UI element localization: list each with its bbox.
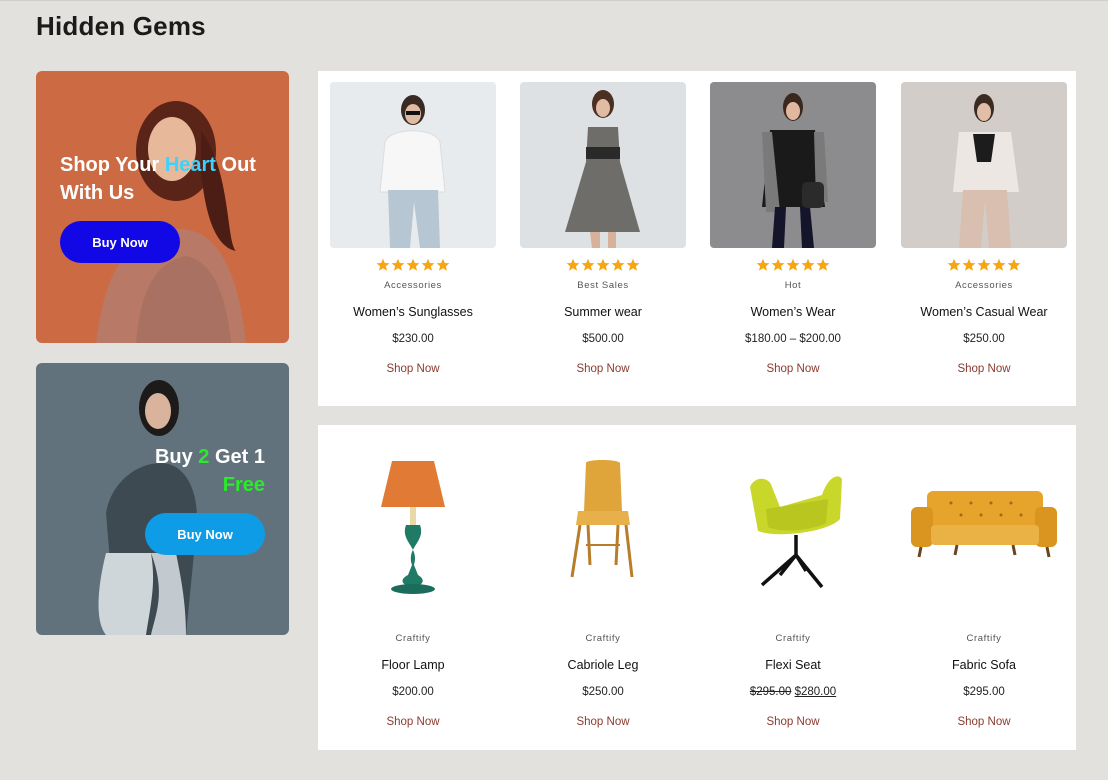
product-card[interactable]: Best Sales Summer wear $500.00 Shop Now — [520, 82, 686, 377]
shop-now-link[interactable]: Shop Now — [766, 363, 819, 375]
furniture-products-panel: Craftify Floor Lamp $200.00 Shop Now Cra… — [318, 425, 1076, 750]
product-price: $295.00 — [963, 686, 1005, 698]
product-price: $295.00 $280.00 — [710, 686, 876, 702]
product-name[interactable]: Fabric Sofa — [901, 658, 1067, 674]
star-icon — [406, 258, 420, 271]
original-price: $295.00 — [749, 686, 792, 698]
product-price: $200.00 — [392, 686, 434, 698]
woman-grey-dress-photo[interactable] — [520, 82, 686, 248]
promo-heading: Shop Your Heart Out With Us — [60, 154, 256, 204]
woman-suit-model-photo — [98, 380, 197, 635]
shop-now-link[interactable]: Shop Now — [386, 716, 439, 728]
star-icon — [626, 258, 640, 271]
star-icon — [596, 258, 610, 271]
star-icon — [391, 258, 405, 271]
product-category: Craftify — [966, 633, 1002, 644]
woman-white-sweater-photo[interactable] — [330, 82, 496, 248]
star-icon — [816, 258, 830, 271]
lamp-photo[interactable] — [330, 447, 496, 613]
woman-beige-suit-photo[interactable] — [901, 82, 1067, 248]
star-icon — [1007, 258, 1021, 271]
shop-now-link[interactable]: Shop Now — [957, 363, 1010, 375]
star-icon — [962, 258, 976, 271]
rating-stars — [520, 258, 686, 276]
page-title: Hidden Gems — [36, 11, 206, 41]
product-price: $230.00 — [392, 333, 434, 345]
product-name[interactable]: Floor Lamp — [330, 658, 496, 674]
shop-now-link[interactable]: Shop Now — [957, 716, 1010, 728]
woman-model-photo — [96, 101, 246, 343]
product-category: Craftify — [395, 633, 431, 644]
fashion-products-panel: Accessories Women’s Sunglasses $230.00 S… — [318, 71, 1076, 406]
star-icon — [376, 258, 390, 271]
sofa-photo[interactable] — [901, 447, 1067, 613]
star-icon — [977, 258, 991, 271]
rating-stars — [710, 258, 876, 276]
star-icon — [771, 258, 785, 271]
product-card[interactable]: Accessories Women’s Sunglasses $230.00 S… — [330, 82, 496, 377]
product-name[interactable]: Flexi Seat — [710, 658, 876, 674]
shop-now-link[interactable]: Shop Now — [766, 716, 819, 728]
shop-now-link[interactable]: Shop Now — [576, 716, 629, 728]
product-card[interactable]: Accessories Women’s Casual Wear $250.00 … — [901, 82, 1067, 377]
star-icon — [581, 258, 595, 271]
product-name[interactable]: Women’s Casual Wear — [901, 305, 1067, 321]
woman-black-dress-photo[interactable] — [710, 82, 876, 248]
star-icon — [566, 258, 580, 271]
buy-now-button[interactable]: Buy Now — [60, 221, 180, 263]
product-card[interactable]: Craftify Fabric Sofa $295.00 Shop Now — [901, 447, 1067, 730]
product-name[interactable]: Women’s Wear — [710, 305, 876, 321]
product-price: $180.00 – $200.00 — [745, 333, 841, 345]
product-price: $500.00 — [582, 333, 624, 345]
product-name[interactable]: Summer wear — [520, 305, 686, 321]
star-icon — [947, 258, 961, 271]
product-category: Best Sales — [577, 280, 629, 291]
rating-stars — [901, 258, 1067, 276]
promo-banner-shop-your-heart[interactable]: Shop Your Heart Out With Us Buy Now — [36, 71, 289, 343]
rating-stars — [330, 258, 496, 276]
product-category: Accessories — [955, 280, 1013, 291]
star-icon — [992, 258, 1006, 271]
product-card[interactable]: Craftify Cabriole Leg $250.00 Shop Now — [520, 447, 686, 730]
product-name[interactable]: Women’s Sunglasses — [330, 305, 496, 321]
product-category: Accessories — [384, 280, 442, 291]
product-name[interactable]: Cabriole Leg — [520, 658, 686, 674]
lounge-chair-photo[interactable] — [710, 447, 876, 613]
product-price: $250.00 — [582, 686, 624, 698]
product-card[interactable]: Hot Women’s Wear $180.00 – $200.00 Shop … — [710, 82, 876, 377]
product-card[interactable]: Craftify Flexi Seat $295.00 $280.00 Shop… — [710, 447, 876, 730]
buy-now-button[interactable]: Buy Now — [145, 513, 265, 555]
star-icon — [801, 258, 815, 271]
product-category: Craftify — [585, 633, 621, 644]
product-card[interactable]: Craftify Floor Lamp $200.00 Shop Now — [330, 447, 496, 730]
sale-price: $280.00 — [794, 686, 837, 698]
product-category: Hot — [784, 280, 802, 291]
star-icon — [786, 258, 800, 271]
shop-now-link[interactable]: Shop Now — [576, 363, 629, 375]
star-icon — [421, 258, 435, 271]
shop-now-link[interactable]: Shop Now — [386, 363, 439, 375]
star-icon — [611, 258, 625, 271]
product-price: $250.00 — [963, 333, 1005, 345]
product-category: Craftify — [775, 633, 811, 644]
chair-photo[interactable] — [520, 447, 686, 613]
promo-heading: Buy 2 Get 1 Free — [154, 446, 265, 496]
promo-banner-buy-2-get-1[interactable]: Buy 2 Get 1 Free Buy Now — [36, 363, 289, 635]
star-icon — [756, 258, 770, 271]
star-icon — [436, 258, 450, 271]
